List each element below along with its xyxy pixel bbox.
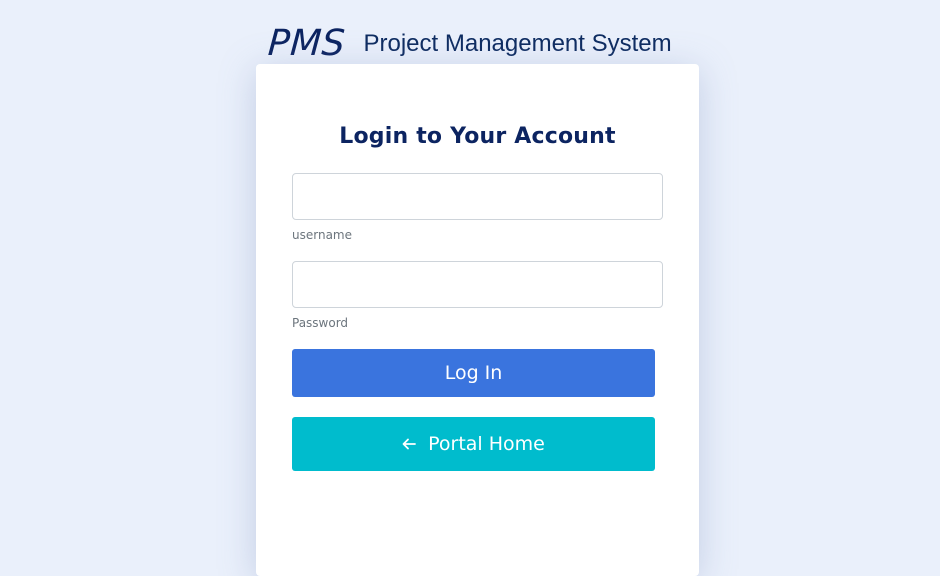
brand-logo: PMS <box>266 23 347 64</box>
username-label: username <box>292 228 352 242</box>
password-input[interactable] <box>292 261 663 308</box>
portal-home-button[interactable]: Portal Home <box>292 417 655 471</box>
portal-home-label: Portal Home <box>428 433 545 455</box>
login-page: PMS Project Management System Login to Y… <box>0 0 940 576</box>
login-button-label: Log In <box>444 362 503 384</box>
brand-header: PMS Project Management System <box>0 18 940 64</box>
username-input[interactable] <box>292 173 663 220</box>
brand-subtitle: Project Management System <box>363 30 672 57</box>
login-card: Login to Your Account username Password … <box>256 64 699 576</box>
password-label: Password <box>292 316 349 330</box>
login-title: Login to Your Account <box>339 124 616 149</box>
arrow-left-icon <box>402 438 417 450</box>
login-button[interactable]: Log In <box>292 349 655 397</box>
